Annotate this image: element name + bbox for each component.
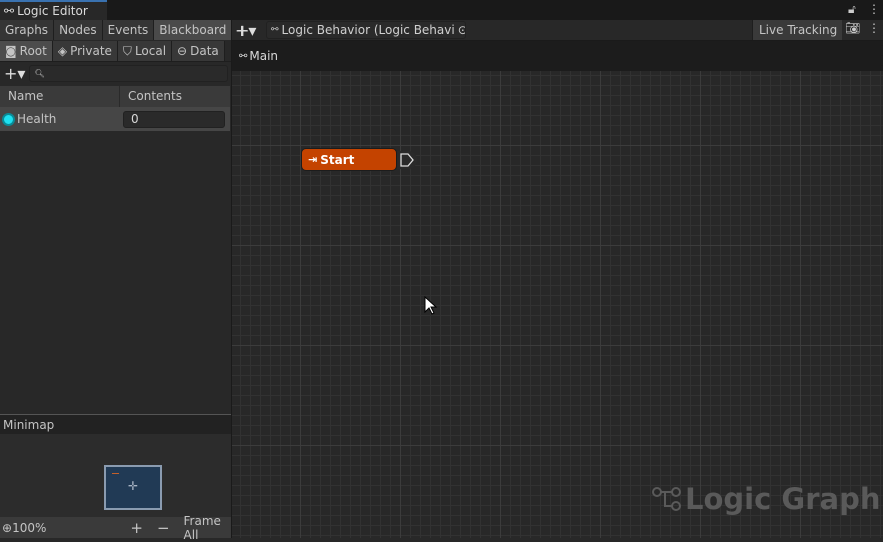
live-tracking-button[interactable]: Live Tracking xyxy=(752,20,842,40)
zoom-in-button[interactable]: + xyxy=(130,519,143,537)
graph-icon: ⚯ xyxy=(239,50,248,62)
minimap-viewport[interactable]: ✛ xyxy=(104,465,162,510)
add-button-label[interactable]: + xyxy=(236,21,249,40)
more-icon[interactable]: ⋮ xyxy=(868,21,880,35)
zoom-out-button[interactable]: − xyxy=(157,519,170,537)
entry-icon: ⇥ xyxy=(308,153,318,166)
tab-events[interactable]: Events xyxy=(102,20,155,40)
column-contents[interactable]: Contents xyxy=(120,86,182,107)
add-variable-button[interactable]: +▾ xyxy=(4,64,25,83)
minimap-node xyxy=(112,473,119,474)
tab-private[interactable]: ◈ Private xyxy=(52,41,118,61)
search-icon: 🔍︎ xyxy=(34,69,45,78)
object-field-value: Logic Behavior (Logic Behavi xyxy=(281,23,455,37)
mouse-cursor xyxy=(424,296,438,315)
output-port[interactable] xyxy=(397,151,417,169)
target-icon[interactable]: ⊙ xyxy=(458,23,465,37)
breadcrumb: ⚯ Main xyxy=(232,41,883,71)
root-icon: ◙ xyxy=(5,44,17,58)
variable-value-input[interactable]: 0 xyxy=(123,111,225,128)
logic-graph-watermark: Logic Graph xyxy=(652,482,880,516)
tab-nodes[interactable]: Nodes xyxy=(54,20,103,40)
minimap-footer: ⊕ 100% + − Frame All xyxy=(0,514,231,542)
tab-root[interactable]: ◙ Root xyxy=(0,41,53,61)
diamond-icon: ◈ xyxy=(57,44,68,58)
watermark-text: Logic Graph xyxy=(685,482,881,516)
zoom-level: 100% xyxy=(12,520,47,535)
tab-data[interactable]: ⊖ Data xyxy=(172,41,225,61)
left-tabs: Graphs Nodes Events Blackboard xyxy=(0,20,233,40)
search-row: +▾ 🔍︎ xyxy=(0,62,232,85)
link-icon: ⊖ xyxy=(177,44,188,58)
graph-canvas[interactable] xyxy=(232,40,883,538)
logic-behavior-field[interactable]: ⚯ Logic Behavior (Logic Behavi ⊙ xyxy=(266,21,466,39)
exec-port-icon xyxy=(400,153,414,167)
more-icon[interactable]: ⋮ xyxy=(868,2,880,16)
search-input[interactable]: 🔍︎ xyxy=(29,65,228,82)
lock-icon[interactable]: 🔓︎ xyxy=(848,2,856,17)
crosshair-icon: ✛ xyxy=(128,479,139,493)
table-header: Name Contents xyxy=(0,86,230,107)
graph-icon: ⚯ xyxy=(271,25,279,35)
frame-all-button[interactable]: Frame All xyxy=(184,514,231,542)
tab-graphs[interactable]: Graphs xyxy=(0,20,55,40)
variable-type-icon xyxy=(2,112,15,126)
breadcrumb-main[interactable]: Main xyxy=(249,49,278,63)
tab-local[interactable]: ⛉ Local xyxy=(117,41,173,61)
tab-blackboard[interactable]: Blackboard xyxy=(154,20,233,40)
shield-icon: ⛉ xyxy=(122,43,132,58)
graph-logo-icon xyxy=(652,487,681,511)
camera-icon[interactable]: 📷︎ xyxy=(845,21,860,35)
window-title: Logic Editor xyxy=(17,4,88,18)
variable-name: Health xyxy=(17,112,57,126)
scope-tabs: ◙ Root ◈ Private ⛉ Local ⊖ Data xyxy=(0,41,232,62)
column-name[interactable]: Name xyxy=(0,86,120,107)
start-node[interactable]: ⇥ Start xyxy=(301,148,397,171)
window-tab[interactable]: ⚯ Logic Editor xyxy=(0,0,107,20)
zoom-icon: ⊕ xyxy=(2,520,13,535)
graph-icon: ⚯ xyxy=(4,4,15,18)
node-title: Start xyxy=(320,152,355,167)
window-titlebar xyxy=(0,0,883,20)
minimap-header: Minimap xyxy=(0,414,231,434)
